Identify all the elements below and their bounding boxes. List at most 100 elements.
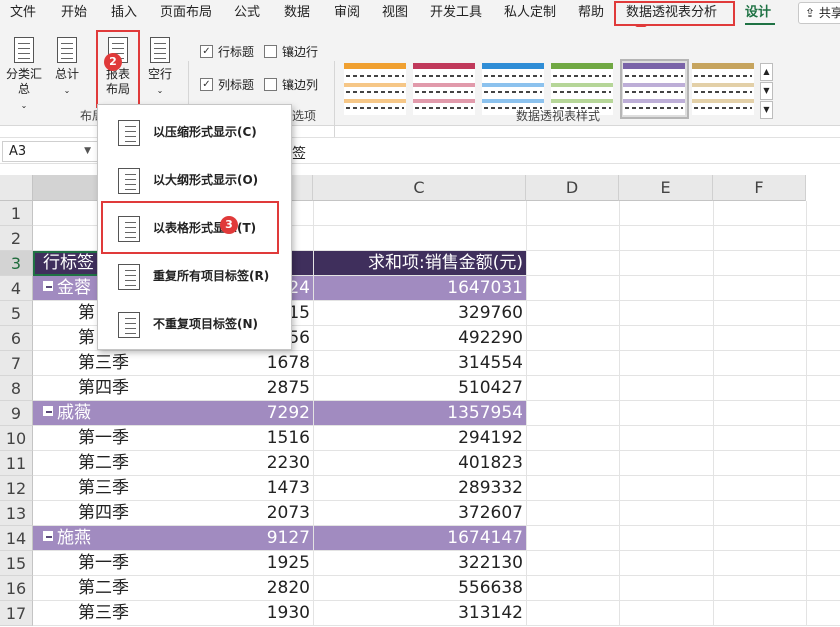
tab-help[interactable]: 帮助 [578, 4, 604, 22]
row-header[interactable]: 6 [0, 326, 33, 351]
count-cell[interactable]: 1516 [210, 426, 313, 451]
sum-cell[interactable]: 294192 [313, 426, 526, 451]
count-cell[interactable]: 7292 [210, 401, 313, 426]
column-header-f[interactable]: F [713, 175, 806, 201]
blank-rows-button[interactable]: 空行 ⌄ [144, 37, 176, 98]
row-headers-checkbox[interactable]: ✓ 行标题 [200, 43, 254, 60]
row-header[interactable]: 10 [0, 426, 33, 451]
row-header[interactable]: 3 [0, 251, 33, 276]
tab-page-layout[interactable]: 页面布局 [160, 4, 212, 22]
row-header[interactable]: 9 [0, 401, 33, 426]
tab-formulas[interactable]: 公式 [234, 4, 260, 22]
sum-cell[interactable]: 556638 [313, 576, 526, 601]
row-header[interactable]: 16 [0, 576, 33, 601]
grand-total-button[interactable]: 总计 ⌄ [50, 37, 84, 98]
style-thumb-gold[interactable] [692, 63, 754, 115]
tab-developer[interactable]: 开发工具 [430, 4, 482, 22]
chevron-down-icon: ⌄ [156, 86, 164, 95]
count-cell[interactable]: 2073 [210, 501, 313, 526]
chevron-up-icon[interactable]: ▲ [760, 63, 773, 81]
style-thumb-orange[interactable] [344, 63, 406, 115]
style-thumb-purple[interactable] [623, 63, 685, 115]
row-header[interactable]: 1 [0, 201, 33, 226]
sum-cell[interactable]: 289332 [313, 476, 526, 501]
row-header[interactable]: 5 [0, 301, 33, 326]
column-header-d[interactable]: D [526, 175, 619, 201]
tab-home[interactable]: 开始 [61, 4, 87, 22]
row-header[interactable]: 12 [0, 476, 33, 501]
gallery-more-icon[interactable]: ▼ [760, 101, 773, 119]
column-headers-checkbox[interactable]: ✓ 列标题 [200, 76, 254, 93]
row-label-cell[interactable]: 第二季 [33, 576, 210, 601]
collapse-icon[interactable] [43, 531, 53, 541]
count-cell[interactable]: 1930 [210, 601, 313, 626]
sum-cell[interactable]: 401823 [313, 451, 526, 476]
checkmark-icon: ✓ [200, 45, 213, 58]
collapse-icon[interactable] [43, 406, 53, 416]
row-label-cell[interactable]: 戚薇 [33, 401, 210, 426]
menu-item-compact-form[interactable]: 以压缩形式显示(C) [102, 109, 287, 157]
formula-input[interactable]: 签 [292, 143, 306, 163]
row-header[interactable]: 15 [0, 551, 33, 576]
sum-cell[interactable]: 求和项:销售金额(元) [313, 251, 526, 276]
row-header[interactable]: 7 [0, 351, 33, 376]
select-all-corner[interactable] [0, 175, 33, 201]
row-label-cell[interactable]: 第四季 [33, 376, 210, 401]
blank-rows-icon [150, 37, 170, 63]
count-cell[interactable]: 9127 [210, 526, 313, 551]
column-header-e[interactable]: E [619, 175, 713, 201]
row-header[interactable]: 8 [0, 376, 33, 401]
banded-rows-checkbox[interactable]: 镶边行 [264, 43, 318, 60]
tab-design[interactable]: 设计 [745, 4, 771, 22]
row-label-cell[interactable]: 第三季 [33, 351, 210, 376]
count-cell[interactable]: 2230 [210, 451, 313, 476]
sum-cell[interactable]: 510427 [313, 376, 526, 401]
row-header[interactable]: 13 [0, 501, 33, 526]
tab-insert[interactable]: 插入 [111, 4, 137, 22]
sum-cell[interactable]: 492290 [313, 326, 526, 351]
row-header[interactable]: 11 [0, 451, 33, 476]
style-thumb-red[interactable] [413, 63, 475, 115]
row-header[interactable]: 17 [0, 601, 33, 626]
banded-columns-checkbox[interactable]: 镶边列 [264, 76, 318, 93]
menu-item-outline-form[interactable]: 以大纲形式显示(O) [102, 157, 287, 205]
row-label-cell[interactable]: 第一季 [33, 426, 210, 451]
menu-item-repeat-labels[interactable]: 重复所有项目标签(R) [102, 253, 287, 301]
collapse-icon[interactable] [43, 281, 53, 291]
column-header-c[interactable]: C [313, 175, 526, 201]
subtotal-button[interactable]: 分类汇总 ⌄ [4, 37, 44, 113]
share-button[interactable]: ⇪ 共享 [798, 2, 840, 24]
count-cell[interactable]: 1678 [210, 351, 313, 376]
name-box[interactable]: A3 ▼ [2, 141, 98, 162]
tab-custom[interactable]: 私人定制 [504, 4, 556, 22]
sum-cell[interactable]: 1357954 [313, 401, 526, 426]
row-label-cell[interactable]: 第三季 [33, 476, 210, 501]
tab-file[interactable]: 文件 [10, 4, 36, 22]
sum-cell[interactable]: 1647031 [313, 276, 526, 301]
row-label-cell[interactable]: 第三季 [33, 601, 210, 626]
row-header[interactable]: 4 [0, 276, 33, 301]
sum-cell[interactable]: 314554 [313, 351, 526, 376]
sum-cell[interactable]: 313142 [313, 601, 526, 626]
sum-cell[interactable]: 372607 [313, 501, 526, 526]
chevron-down-icon[interactable]: ▼ [760, 82, 773, 100]
tab-review[interactable]: 审阅 [334, 4, 360, 22]
tab-view[interactable]: 视图 [382, 4, 408, 22]
count-cell[interactable]: 1925 [210, 551, 313, 576]
table-row: 14 施燕 9127 1674147 [0, 526, 840, 551]
sum-cell[interactable]: 1674147 [313, 526, 526, 551]
tab-data[interactable]: 数据 [284, 4, 310, 22]
row-header[interactable]: 2 [0, 226, 33, 251]
sum-cell[interactable]: 329760 [313, 301, 526, 326]
count-cell[interactable]: 2875 [210, 376, 313, 401]
table-row: 16 第二季 2820 556638 [0, 576, 840, 601]
row-label-cell[interactable]: 第二季 [33, 451, 210, 476]
row-label-cell[interactable]: 第一季 [33, 551, 210, 576]
sum-cell[interactable]: 322130 [313, 551, 526, 576]
count-cell[interactable]: 2820 [210, 576, 313, 601]
count-cell[interactable]: 1473 [210, 476, 313, 501]
row-header[interactable]: 14 [0, 526, 33, 551]
row-label-cell[interactable]: 施燕 [33, 526, 210, 551]
menu-item-no-repeat-labels[interactable]: 不重复项目标签(N) [102, 301, 287, 349]
row-label-cell[interactable]: 第四季 [33, 501, 210, 526]
